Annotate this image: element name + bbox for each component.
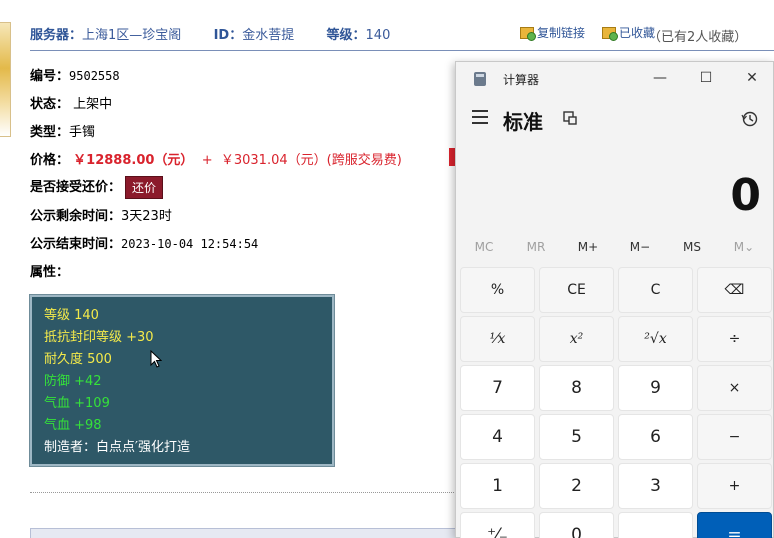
nine-key[interactable]: 9 (618, 365, 693, 411)
eight-key[interactable]: 8 (539, 365, 614, 411)
copy-link-label: 复制链接 (537, 26, 586, 40)
negate-key[interactable]: ⁺⁄₋ (460, 512, 535, 538)
four-key[interactable]: 4 (460, 414, 535, 460)
price-label: 价格： (30, 153, 70, 168)
screen: 服务器：上海1区—珍宝阁 ID：金水菩提 等级：140 复制链接 已收藏 （已有… (0, 0, 774, 538)
divide-key[interactable]: ÷ (697, 316, 772, 362)
server-value: 上海1区—珍宝阁 (82, 28, 182, 43)
mode-title: 标准 (503, 110, 543, 134)
multiply-key[interactable]: × (697, 365, 772, 411)
counter-offer-row: 是否接受还价： 还价 (30, 176, 164, 199)
memory-list-button[interactable]: M⌄ (719, 240, 769, 254)
counter-offer-button[interactable]: 还价 (125, 176, 164, 199)
memory-add-button[interactable]: M+ (563, 240, 613, 254)
calculator-display: 0 (730, 170, 761, 221)
memory-row: MC MR M+ M− MS M⌄ (456, 240, 773, 260)
square-root-key[interactable]: ²√x (618, 316, 693, 362)
price-row: 价格： ￥12888.00（元） + ￥3031.04（元）(跨服交易费) (30, 149, 402, 168)
calculator-window[interactable]: 计算器 — ☐ ✕ 标准 0 MC MR M+ M− MS M⌄ % CE C … (455, 61, 774, 538)
memory-subtract-button[interactable]: M− (615, 240, 665, 254)
type-label: 类型： (30, 125, 70, 140)
attr-line: 制造者：白点点′强化打造 (44, 440, 190, 455)
clear-key[interactable]: C (618, 267, 693, 313)
square-label: x² (569, 331, 584, 347)
remaining-time-value: 3天23时 (121, 209, 172, 224)
calculator-title: 计算器 (503, 73, 540, 87)
square-key[interactable]: x² (539, 316, 614, 362)
number-row: 编号：9502558 (30, 65, 120, 84)
calculator-titlebar[interactable]: 计算器 — ☐ ✕ (456, 62, 773, 94)
favorite-icon (602, 26, 618, 41)
favorite-count: （已有2人收藏） (648, 30, 748, 45)
remaining-time-row: 公示剩余时间：3天23时 (30, 205, 172, 224)
level-value: 140 (365, 28, 391, 43)
minimize-button[interactable]: — (648, 68, 672, 88)
attr-line: 气血 +109 (44, 396, 110, 411)
attr-line: 抵抗封印等级 +30 (44, 330, 154, 345)
equals-key[interactable]: = (697, 512, 772, 538)
remaining-time-label: 公示剩余时间： (30, 209, 122, 224)
calculator-app-icon (474, 72, 486, 86)
zero-key[interactable]: 0 (539, 512, 614, 538)
attr-line: 防御 +42 (44, 374, 102, 389)
copy-link-button[interactable]: 复制链接 (520, 24, 585, 41)
bottom-panel (30, 528, 460, 538)
price-main: ￥12888.00（元） (73, 153, 194, 168)
attr-line: 气血 +98 (44, 418, 102, 433)
header-info: 服务器：上海1区—珍宝阁 ID：金水菩提 等级：140 (30, 24, 391, 43)
counter-offer-label: 是否接受还价： (30, 180, 122, 195)
memory-recall-button[interactable]: MR (511, 240, 561, 254)
six-key[interactable]: 6 (618, 414, 693, 460)
number-value: 9502558 (69, 69, 120, 83)
square-root-label: ²√x (644, 331, 667, 347)
type-row: 类型：手镯 (30, 121, 95, 140)
hamburger-menu-icon[interactable] (472, 110, 488, 124)
backspace-key[interactable]: ⌫ (697, 267, 772, 313)
memory-store-button[interactable]: MS (667, 240, 717, 254)
one-key[interactable]: 1 (460, 463, 535, 509)
id-label: ID： (213, 28, 243, 43)
status-row: 状态： 上架中 (30, 93, 112, 112)
plus-key[interactable]: + (697, 463, 772, 509)
seven-key[interactable]: 7 (460, 365, 535, 411)
two-key[interactable]: 2 (539, 463, 614, 509)
reciprocal-key[interactable]: ¹⁄x (460, 316, 535, 362)
server-label: 服务器： (30, 28, 83, 43)
five-key[interactable]: 5 (539, 414, 614, 460)
status-label: 状态： (30, 97, 70, 112)
maximize-button[interactable]: ☐ (694, 68, 718, 88)
item-thumbnail[interactable] (0, 22, 11, 137)
header-divider (30, 50, 774, 51)
level-label: 等级： (326, 28, 366, 43)
memory-clear-button[interactable]: MC (459, 240, 509, 254)
type-value: 手镯 (69, 125, 96, 140)
decimal-key[interactable]: . (618, 512, 693, 538)
attr-line: 等级 140 (44, 308, 99, 323)
minus-key[interactable]: − (697, 414, 772, 460)
end-time-label: 公示结束时间： (30, 237, 122, 252)
mode-bar: 标准 (456, 102, 773, 136)
three-key[interactable]: 3 (618, 463, 693, 509)
percent-key[interactable]: % (460, 267, 535, 313)
number-label: 编号： (30, 69, 70, 84)
close-button[interactable]: ✕ (740, 68, 764, 88)
id-value: 金水菩提 (242, 28, 295, 43)
end-time-value: 2023-10-04 12:54:54 (121, 237, 259, 251)
copy-link-icon (520, 26, 536, 41)
end-time-row: 公示结束时间：2023-10-04 12:54:54 (30, 233, 258, 252)
clear-entry-key[interactable]: CE (539, 267, 614, 313)
mouse-cursor-icon (150, 350, 162, 368)
section-divider (30, 492, 460, 493)
attributes-panel: 等级 140 抵抗封印等级 +30 耐久度 500 防御 +42 气血 +109… (29, 294, 335, 467)
price-fee: ￥3031.04（元）(跨服交易费) (220, 153, 402, 168)
keep-on-top-icon[interactable] (562, 110, 578, 126)
attributes-label: 属性： (30, 265, 70, 280)
history-icon[interactable] (741, 110, 759, 128)
reciprocal-label: ¹⁄x (489, 331, 506, 347)
price-plus: + (201, 153, 213, 168)
attr-line: 耐久度 500 (44, 352, 112, 367)
status-value: 上架中 (73, 97, 113, 112)
attributes-row: 属性： (30, 261, 69, 280)
